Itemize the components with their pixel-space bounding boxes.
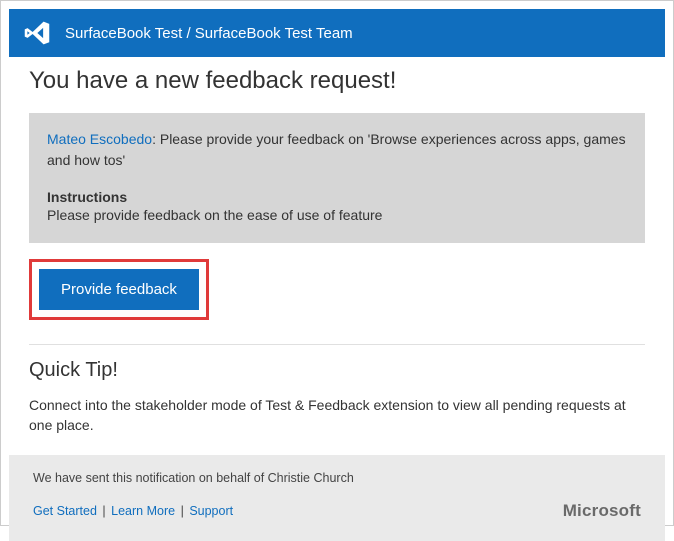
quick-tip-section: Quick Tip! Connect into the stakeholder … xyxy=(1,345,673,455)
page-title: You have a new feedback request! xyxy=(29,67,645,95)
footer-links: Get Started | Learn More | Support xyxy=(33,504,233,518)
breadcrumb[interactable]: SurfaceBook Test / SurfaceBook Test Team xyxy=(65,25,353,42)
quick-tip-title: Quick Tip! xyxy=(29,359,645,382)
provide-feedback-button[interactable]: Provide feedback xyxy=(39,269,199,310)
footer-note: We have sent this notification on behalf… xyxy=(33,471,641,485)
link-separator: | xyxy=(181,504,184,518)
header-bar: SurfaceBook Test / SurfaceBook Test Team xyxy=(9,9,665,57)
quick-tip-text: Connect into the stakeholder mode of Tes… xyxy=(29,396,645,435)
get-started-link[interactable]: Get Started xyxy=(33,504,97,518)
footer-bottom: Get Started | Learn More | Support Micro… xyxy=(33,501,641,521)
requester-name[interactable]: Mateo Escobedo xyxy=(47,131,152,147)
request-message: Mateo Escobedo: Please provide your feed… xyxy=(47,129,627,171)
microsoft-logo: Microsoft xyxy=(563,501,641,521)
footer: We have sent this notification on behalf… xyxy=(9,455,665,541)
visual-studio-icon xyxy=(23,19,51,47)
instructions-text: Please provide feedback on the ease of u… xyxy=(47,207,627,223)
main-content: You have a new feedback request! Mateo E… xyxy=(1,57,673,320)
cta-highlight: Provide feedback xyxy=(29,259,209,320)
link-separator: | xyxy=(102,504,105,518)
support-link[interactable]: Support xyxy=(189,504,233,518)
learn-more-link[interactable]: Learn More xyxy=(111,504,175,518)
feedback-request-box: Mateo Escobedo: Please provide your feed… xyxy=(29,113,645,243)
footer-sender: Christie Church xyxy=(268,471,354,485)
footer-note-prefix: We have sent this notification on behalf… xyxy=(33,471,268,485)
instructions-label: Instructions xyxy=(47,189,627,205)
